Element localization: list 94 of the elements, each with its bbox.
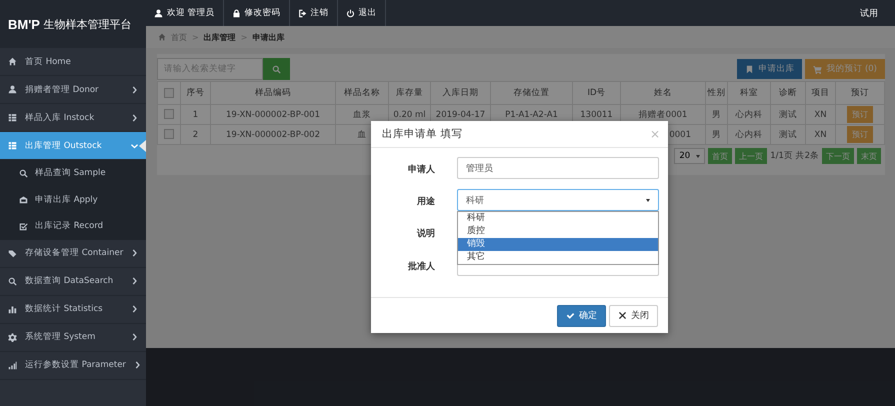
column-header: 性别 xyxy=(706,82,728,104)
row-checkbox[interactable] xyxy=(164,109,174,120)
dropdown-option[interactable]: 其它 xyxy=(458,251,658,264)
table-cell: 0001 xyxy=(669,130,691,140)
checkbox-icon xyxy=(19,222,28,231)
table-cell: 男 xyxy=(712,110,721,120)
checkmark-icon xyxy=(566,311,575,320)
column-header: 姓名 xyxy=(620,82,706,104)
chevron-right-icon xyxy=(131,333,138,341)
caret-icon xyxy=(696,154,700,158)
submenu-item[interactable]: 出库记录 Record xyxy=(0,213,146,240)
table-cell: 0.20 ml xyxy=(393,110,426,120)
table-cell: 1 xyxy=(192,110,198,120)
search-button[interactable] xyxy=(263,58,290,80)
signal-bars-icon xyxy=(8,360,17,370)
chevron-right-icon xyxy=(131,277,138,285)
table-cell: 捐赠者0001 xyxy=(638,110,688,120)
table-cell: 19-XN-000002-BP-001 xyxy=(226,110,320,120)
table-cell: 测试 xyxy=(779,110,797,120)
table-cell: P1-A1-A2-A1 xyxy=(505,110,558,120)
user-icon xyxy=(8,85,17,94)
purpose-select[interactable]: 科研 xyxy=(457,189,659,211)
chevron-down-icon xyxy=(131,142,138,150)
page-info: 1/1页 共2条 xyxy=(770,150,819,162)
trial-label: 试用 xyxy=(860,8,879,20)
column-header: 存储位置 xyxy=(490,82,572,104)
dropdown-option[interactable]: 销毁 xyxy=(458,238,658,251)
breadcrumb-link[interactable]: 申请出库 xyxy=(252,32,284,42)
power-icon xyxy=(346,8,355,18)
submenu-item[interactable]: 申请出库 Apply xyxy=(0,186,146,213)
app-logo: BM'P 生物样本管理平台 xyxy=(0,0,146,48)
column-header: 样品名称 xyxy=(336,82,388,104)
field-label: 批准人 xyxy=(407,260,435,273)
text-field[interactable]: 管理员 xyxy=(457,157,659,179)
sign-out-icon xyxy=(298,8,307,18)
dialog-title: 出库申请单 填写 xyxy=(382,127,462,141)
chevron-right-icon xyxy=(131,249,138,257)
table-cell: 血浆 xyxy=(353,110,371,120)
list-icon xyxy=(8,141,17,150)
row-checkbox[interactable] xyxy=(164,129,174,140)
search-icon xyxy=(272,64,281,74)
table-cell: XN xyxy=(814,130,827,140)
search-icon xyxy=(19,168,28,178)
close-icon xyxy=(618,311,627,320)
table-cell: 2 xyxy=(192,130,198,140)
column-header: 诊断 xyxy=(770,82,806,104)
field-label: 说明 xyxy=(416,228,435,240)
table-cell: 测试 xyxy=(779,130,797,140)
table-cell: 2019-04-17 xyxy=(436,110,486,120)
user-icon xyxy=(154,8,163,18)
bookmark-icon xyxy=(745,64,754,74)
table-cell: 19-XN-000002-BP-002 xyxy=(226,130,320,140)
column-header: 预订 xyxy=(836,82,884,104)
lock-icon xyxy=(232,8,241,18)
field-label: 用途 xyxy=(416,196,435,208)
dropdown-option[interactable]: 质控 xyxy=(458,225,658,238)
list-icon xyxy=(8,113,17,122)
tag-icon xyxy=(8,248,17,258)
caret-icon xyxy=(646,198,650,202)
column-header: 项目 xyxy=(806,82,836,104)
cart-icon xyxy=(813,64,822,74)
page-size-select[interactable]: 20 xyxy=(674,148,706,164)
field-label: 申请人 xyxy=(407,163,435,176)
bar-chart-icon xyxy=(8,304,17,314)
settings-icon xyxy=(8,332,17,342)
column-header: ID号 xyxy=(572,82,620,104)
dropdown-option[interactable]: 科研 xyxy=(458,212,658,225)
chevron-right-icon xyxy=(131,86,138,94)
home-icon xyxy=(8,57,17,66)
column-header: 序号 xyxy=(180,82,210,104)
table-cell: 心内科 xyxy=(736,110,762,120)
table-cell: 血 xyxy=(358,130,366,140)
breadcrumb-separator: > xyxy=(192,32,199,42)
table-cell: 130011 xyxy=(580,110,613,120)
table-cell: 心内科 xyxy=(736,130,762,140)
box-icon xyxy=(19,195,28,204)
table-cell: XN xyxy=(814,110,827,120)
chevron-right-icon xyxy=(131,305,138,313)
search-icon xyxy=(8,276,17,286)
column-header: 样品编码 xyxy=(210,82,336,104)
confirm-button[interactable]: 确定 xyxy=(557,304,606,326)
chevron-right-icon xyxy=(134,361,141,369)
chevron-right-icon xyxy=(131,114,138,122)
column-header: 科室 xyxy=(728,82,770,104)
sidebar-item[interactable]: 运行参数设置 Parameter xyxy=(0,352,146,380)
breadcrumb-link[interactable]: 出库管理 xyxy=(204,32,236,42)
column-header: 入库日期 xyxy=(430,82,490,104)
submenu-item[interactable]: 样品查询 Sample xyxy=(0,160,146,186)
column-header: 库存量 xyxy=(388,82,430,104)
table-cell: 男 xyxy=(712,130,721,140)
breadcrumb-separator: > xyxy=(240,32,248,42)
home-icon xyxy=(158,33,166,41)
close-dialog-button[interactable]: 关闭 xyxy=(609,304,658,326)
select-all-checkbox[interactable] xyxy=(164,88,174,98)
